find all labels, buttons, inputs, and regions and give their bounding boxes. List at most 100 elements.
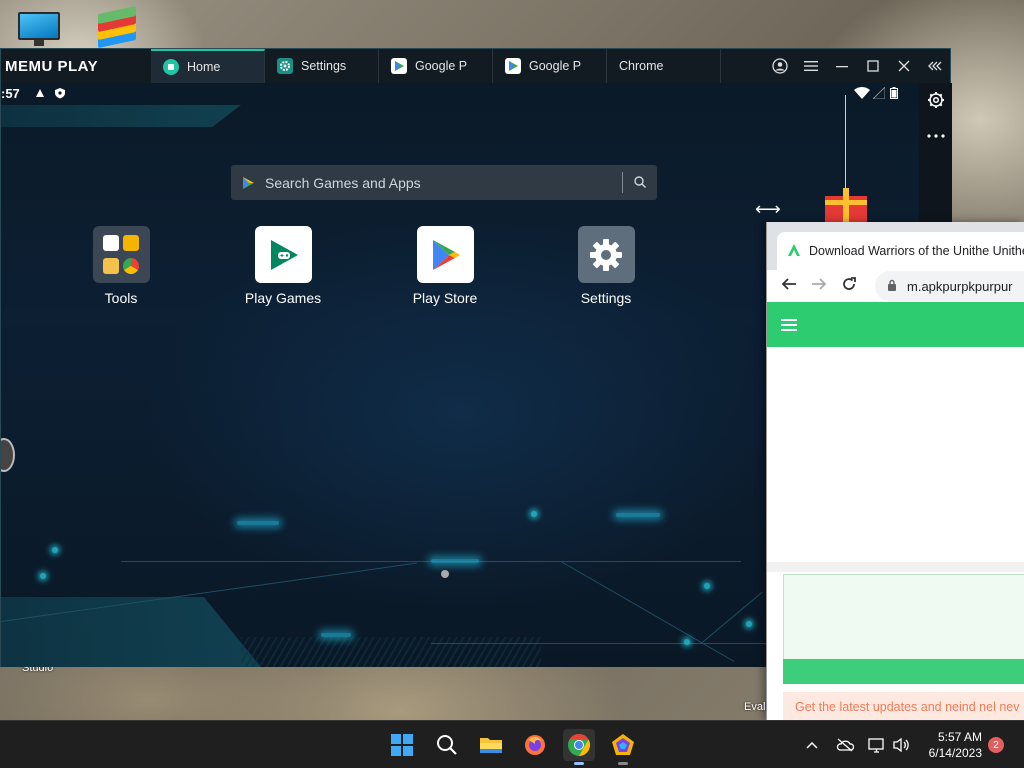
hamburger-menu-icon[interactable] — [781, 316, 797, 334]
settings-gear-icon — [577, 226, 635, 283]
taskbar-clock[interactable]: 5:57 AM 6/14/2023 — [929, 729, 982, 761]
settings-gear-icon[interactable] — [919, 85, 952, 115]
search-bar[interactable]: Search Games and Apps — [231, 165, 657, 200]
app-label: Settings — [580, 290, 632, 306]
minimize-icon[interactable] — [826, 49, 857, 83]
back-icon[interactable] — [781, 276, 797, 297]
menu-icon[interactable] — [795, 49, 826, 83]
network-icon[interactable] — [868, 721, 886, 768]
mini-app-icon — [123, 235, 139, 252]
reload-icon[interactable] — [841, 276, 857, 297]
page-indicator-dot — [441, 570, 449, 578]
running-app-indicator — [618, 762, 628, 765]
decoration — [237, 521, 279, 525]
wifi-icon — [854, 87, 870, 99]
tab-label: Chrome — [619, 59, 664, 73]
chrome-taskbar-icon[interactable] — [563, 729, 595, 765]
close-icon[interactable] — [888, 49, 919, 83]
volume-icon[interactable] — [892, 721, 910, 768]
search-icon[interactable] — [633, 175, 647, 189]
file-manager-mini-icon — [103, 257, 119, 274]
chrome-tabbar: Download Warriors of the Unithe Unithe U… — [767, 222, 1024, 270]
battery-icon — [890, 87, 898, 99]
onedrive-offline-icon[interactable] — [836, 721, 854, 768]
site-content — [767, 347, 1024, 567]
bluestacks-desktop-icon[interactable] — [94, 5, 140, 50]
decoration — [431, 559, 479, 563]
decoration — [321, 633, 351, 637]
tab-label: Settings — [301, 59, 347, 73]
search-icon[interactable] — [431, 729, 463, 761]
account-icon[interactable] — [764, 49, 795, 83]
decoration — [40, 573, 46, 579]
notification-badge[interactable]: 2 — [988, 737, 1004, 753]
android-status-bar: :57 — [1, 83, 919, 105]
google-mini-icon — [103, 235, 119, 252]
app-label: Play Store — [412, 290, 478, 306]
address-bar[interactable]: m.apkpurpkpurpur — [875, 271, 1024, 301]
tab-home[interactable]: Home — [151, 49, 265, 83]
decoration — [52, 547, 58, 553]
decoration — [531, 511, 537, 517]
app-play-store[interactable]: Play Store — [390, 226, 500, 306]
evaluation-watermark: Eval — [744, 701, 766, 713]
forward-icon[interactable] — [811, 276, 827, 297]
app-label: Play Games — [244, 290, 322, 306]
windows-taskbar: 5:57 AM 6/14/2023 2 — [0, 720, 1024, 768]
memu-logo: MEMU PLAY — [1, 58, 151, 75]
file-explorer-icon[interactable] — [475, 729, 507, 761]
tab-label: Google P — [529, 59, 582, 73]
decoration — [1, 105, 241, 127]
show-hidden-icons[interactable] — [806, 721, 818, 768]
download-button[interactable] — [783, 659, 1024, 684]
lock-icon — [887, 279, 897, 294]
this-pc-desktop-icon[interactable] — [18, 12, 60, 46]
maximize-icon[interactable] — [857, 49, 888, 83]
collapse-icon[interactable] — [919, 49, 950, 83]
app-play-games[interactable]: Play Games — [228, 226, 338, 306]
memu-taskbar-icon[interactable] — [607, 729, 639, 765]
chrome-mini-icon — [123, 257, 139, 274]
decoration — [746, 621, 752, 627]
app-tools[interactable]: Tools — [66, 226, 176, 306]
more-icon[interactable] — [919, 121, 952, 151]
tab-label: Google P — [415, 59, 468, 73]
active-app-indicator — [574, 762, 584, 765]
chrome-tab[interactable]: Download Warriors of the Unithe Unithe U… — [777, 232, 1024, 270]
tab-label: Home — [187, 60, 221, 74]
shield-icon — [54, 87, 66, 99]
decoration — [684, 639, 690, 645]
app-label: Tools — [104, 290, 138, 306]
app-settings[interactable]: Settings — [551, 226, 661, 306]
tab-google-play-2[interactable]: Google P — [493, 49, 607, 83]
memu-titlebar: MEMU PLAY Home Settings Google P Google … — [1, 49, 1024, 768]
decoration — [1, 597, 261, 667]
start-button[interactable] — [386, 729, 418, 761]
tools-folder-icon — [92, 226, 150, 283]
play-store-icon — [416, 226, 474, 283]
decoration — [704, 583, 710, 589]
floating-assist-bubble[interactable] — [1, 438, 15, 472]
tab-google-play-1[interactable]: Google P — [379, 49, 493, 83]
gift-thread — [845, 95, 846, 195]
tab-chrome[interactable]: Chrome — [607, 49, 1024, 768]
apkpure-favicon-icon — [787, 243, 801, 260]
search-divider — [622, 172, 623, 193]
clock-time: 5:57 AM — [937, 730, 982, 744]
decoration — [560, 561, 735, 662]
gift-icon[interactable] — [825, 188, 867, 222]
memu-logo-text: MEMU PLAY — [5, 57, 99, 75]
search-placeholder: Search Games and Apps — [265, 174, 421, 191]
chrome-window: Download Warriors of the Unithe Unithe U… — [766, 222, 1024, 720]
settings-gear-icon — [277, 58, 293, 74]
decoration — [616, 513, 660, 517]
notification-icon — [34, 87, 46, 99]
update-notice: Get the latest updates and neind nel nev — [783, 692, 1024, 720]
tab-settings[interactable]: Settings — [265, 49, 379, 83]
google-play-icon — [391, 58, 407, 74]
firefox-icon[interactable] — [519, 729, 551, 761]
decoration — [241, 637, 541, 667]
google-play-icon — [241, 176, 255, 190]
window-controls — [764, 49, 950, 83]
decoration — [700, 591, 763, 644]
